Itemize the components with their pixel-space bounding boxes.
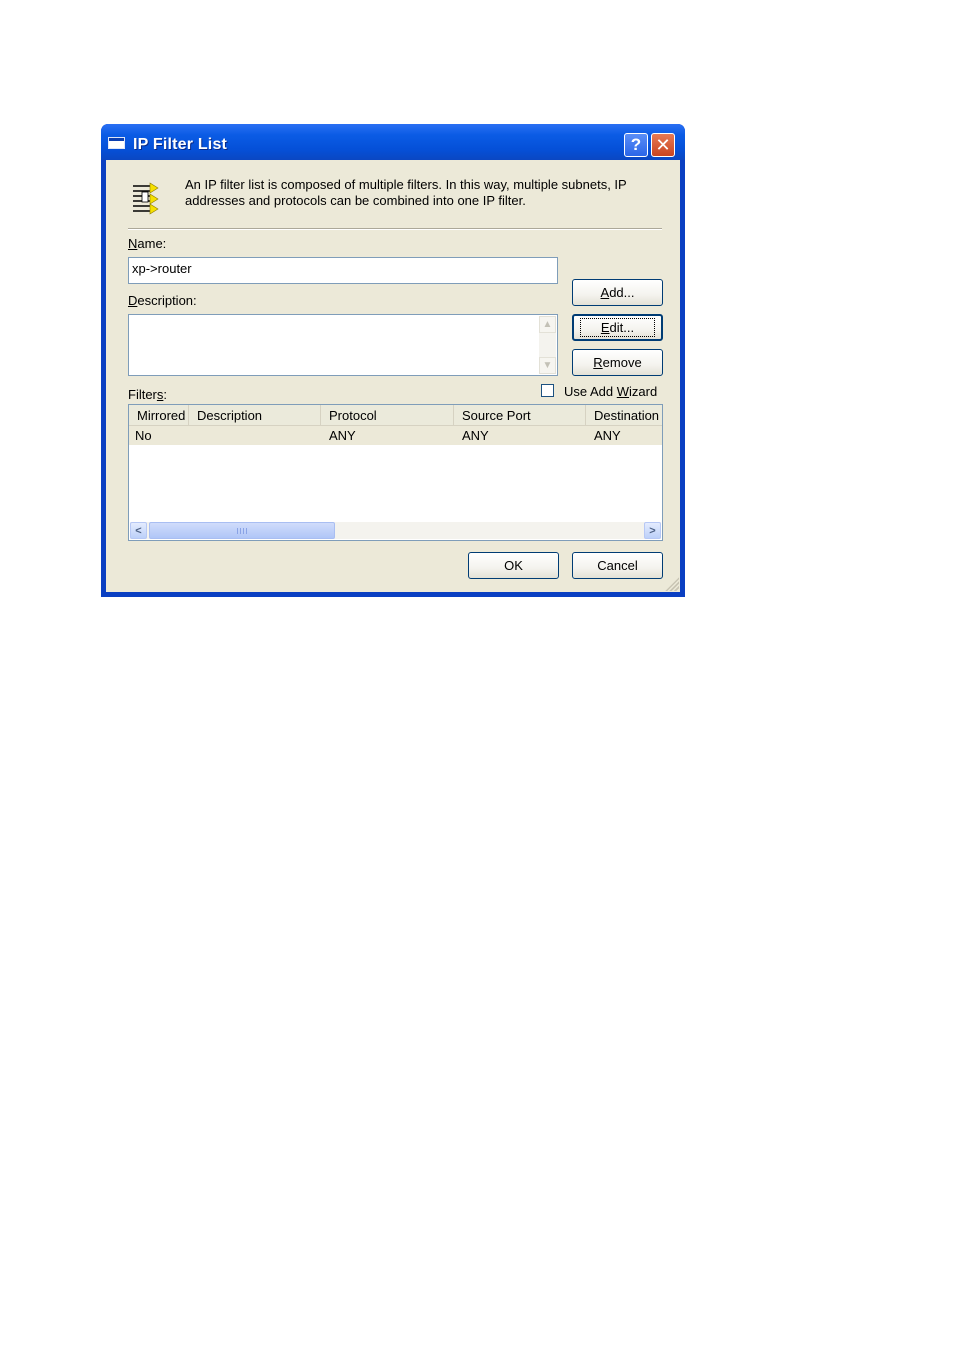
separator [128,228,662,230]
use-add-wizard-label[interactable]: Use Add Wizard [564,384,657,399]
help-button[interactable]: ? [624,133,648,157]
dialog-body: An IP filter list is composed of multipl… [106,160,680,592]
description-scrollbar[interactable]: ▲ ▼ [539,316,556,374]
filters-list[interactable]: Mirrored Description Protocol Source Por… [128,404,663,541]
ip-filter-list-dialog: IP Filter List ? ✕ An IP filter list is … [101,124,685,597]
cell-source-port: ANY [462,428,489,443]
column-header-destination[interactable]: Destination [586,405,662,425]
column-header-description[interactable]: Description [189,405,321,425]
edit-button[interactable]: Edit... [572,314,663,341]
filters-label: Filters: [128,387,168,402]
scroll-down-arrow-icon[interactable]: ▼ [539,357,556,374]
cell-mirrored: No [135,428,152,443]
info-text: An IP filter list is composed of multipl… [185,177,627,208]
resize-grip-icon[interactable] [665,577,679,591]
use-add-wizard-checkbox[interactable] [541,384,554,397]
window-icon [108,137,125,149]
cell-destination: ANY [594,428,621,443]
column-header-source-port[interactable]: Source Port [454,405,586,425]
column-header-mirrored[interactable]: Mirrored [129,405,189,425]
window-title: IP Filter List [133,136,228,153]
title-bar[interactable]: IP Filter List ? ✕ [101,124,685,160]
ok-button[interactable]: OK [468,552,559,579]
table-row[interactable]: No ANY ANY ANY [129,426,662,445]
cancel-button[interactable]: Cancel [572,552,663,579]
name-input[interactable]: xp->router [128,257,558,284]
cell-protocol: ANY [329,428,356,443]
column-header-protocol[interactable]: Protocol [321,405,454,425]
scroll-thumb[interactable] [149,522,335,539]
filter-list-icon [133,182,159,215]
scroll-up-arrow-icon[interactable]: ▲ [539,316,556,333]
close-button[interactable]: ✕ [651,133,675,157]
description-input[interactable]: ▲ ▼ [128,314,558,376]
scroll-left-arrow-icon[interactable]: < [130,522,147,539]
remove-button[interactable]: Remove [572,349,663,376]
filters-horizontal-scrollbar[interactable]: < > [130,522,661,539]
scroll-right-arrow-icon[interactable]: > [644,522,661,539]
description-label: Description: [128,293,197,308]
name-label: Name: [128,236,167,251]
add-button[interactable]: Add... [572,279,663,306]
grip-icon [237,528,248,534]
list-header: Mirrored Description Protocol Source Por… [129,405,662,426]
